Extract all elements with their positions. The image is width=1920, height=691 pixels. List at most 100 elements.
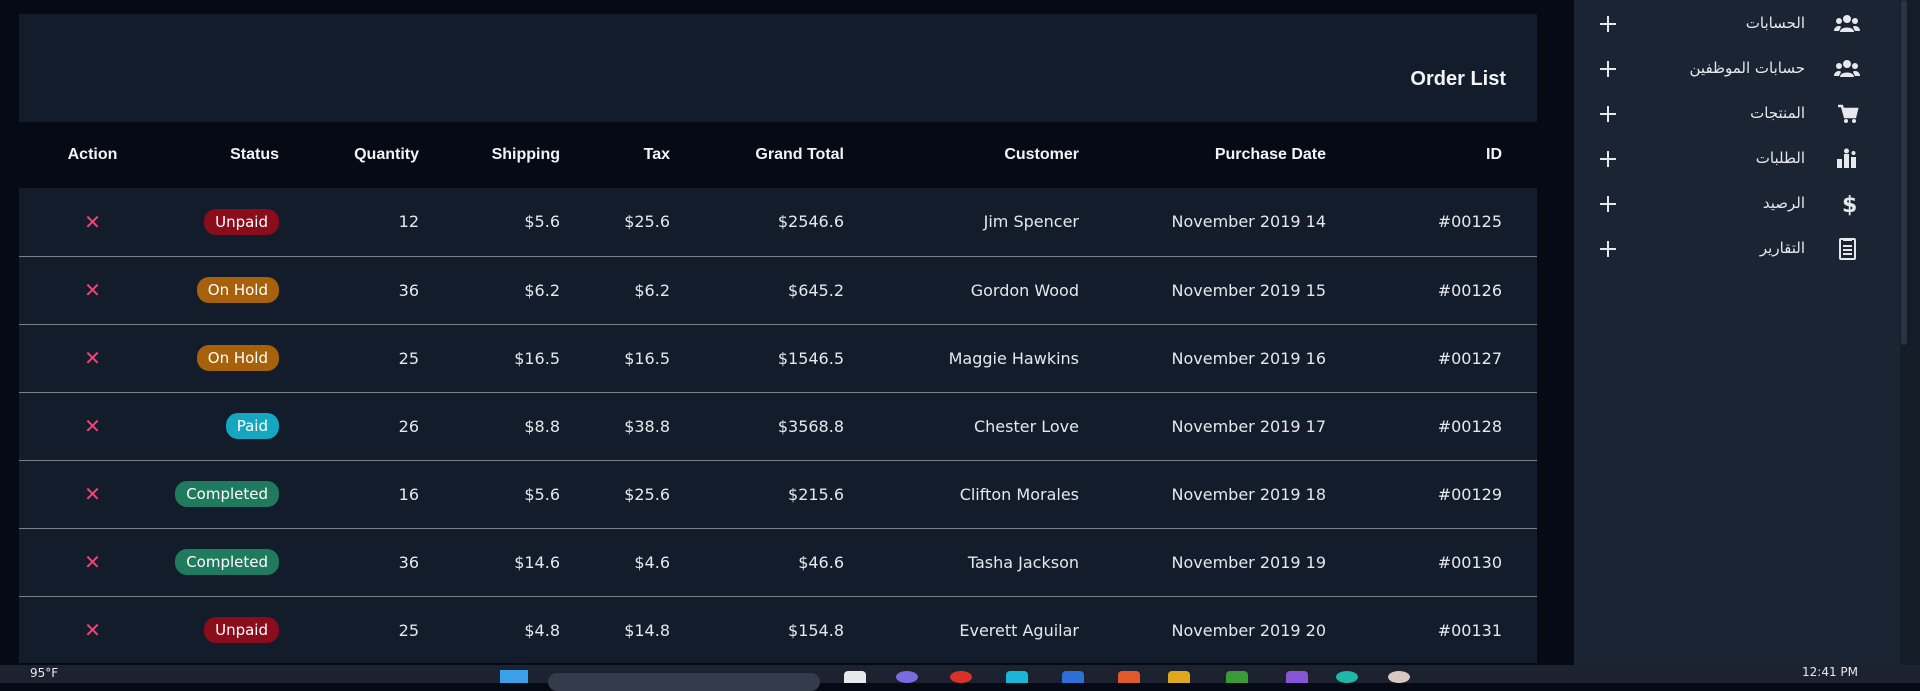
orders-icon [1837, 148, 1856, 168]
quantity-cell: 16 [398, 484, 419, 504]
tax-cell: $25.6 [624, 484, 670, 504]
purchase-date-cell: November 2019 19 [1171, 552, 1326, 572]
expand-plus-icon[interactable] [1600, 106, 1616, 122]
expand-plus-icon[interactable] [1600, 151, 1616, 167]
status-badge: Unpaid [204, 208, 279, 235]
shipping-cell: $14.6 [514, 552, 560, 572]
customer-cell: Tasha Jackson [967, 552, 1079, 572]
sidebar-item-reports[interactable]: التقارير [1574, 233, 1900, 273]
taskbar-app-icon[interactable] [844, 671, 866, 683]
table-row[interactable]: ✕ Completed 36 $14.6 $4.6 $46.6 Tasha Ja… [19, 528, 1537, 596]
clock-time[interactable]: 12:41 PM [1802, 665, 1858, 679]
delete-order-button[interactable]: ✕ [84, 482, 101, 506]
report-icon [1839, 238, 1856, 260]
shipping-cell: $4.8 [524, 620, 560, 640]
grand-total-cell: $2546.6 [777, 212, 844, 232]
sidebar-item-employee-accounts[interactable]: حسابات الموظفين [1574, 53, 1900, 93]
purchase-date-cell: November 2019 15 [1171, 280, 1326, 300]
table-row[interactable]: ✕ Unpaid 25 $4.8 $14.8 $154.8 Everett Ag… [19, 596, 1537, 663]
taskbar-app-icon[interactable] [1286, 671, 1308, 683]
taskbar-app-icon[interactable] [1226, 671, 1248, 683]
grand-total-cell: $46.6 [798, 552, 844, 572]
taskbar-search-box[interactable] [548, 673, 820, 691]
quantity-cell: 36 [398, 552, 419, 572]
column-header-grand-total: Grand Total [755, 146, 844, 163]
order-id-cell: #00125 [1437, 212, 1502, 232]
table-header-row: Action Status Quantity Shipping Tax Gran… [19, 122, 1537, 188]
taskbar-app-icon[interactable] [1006, 671, 1028, 683]
sidebar-item-label: التقارير [1759, 239, 1805, 257]
tax-cell: $6.2 [634, 280, 670, 300]
shipping-cell: $5.6 [524, 484, 560, 504]
status-badge: Completed [175, 481, 279, 507]
table-row[interactable]: ✕ Paid 26 $8.8 $38.8 $3568.8 Chester Lov… [19, 392, 1537, 460]
taskbar-app-icon[interactable] [1336, 671, 1358, 683]
quantity-cell: 25 [398, 348, 419, 368]
sidebar-item-products[interactable]: المنتجات [1574, 98, 1900, 138]
column-header-quantity: Quantity [354, 146, 419, 163]
expand-plus-icon[interactable] [1600, 196, 1616, 212]
taskbar-app-icon[interactable] [1168, 671, 1190, 683]
purchase-date-cell: November 2019 18 [1171, 484, 1326, 504]
sidebar-item-accounts[interactable]: الحسابات [1574, 8, 1900, 48]
grand-total-cell: $215.6 [788, 484, 844, 504]
customer-cell: Gordon Wood [970, 280, 1079, 300]
shipping-cell: $6.2 [524, 280, 560, 300]
quantity-cell: 36 [398, 280, 419, 300]
taskbar-app-icon[interactable] [1388, 671, 1410, 683]
status-badge: On Hold [196, 345, 279, 371]
grand-total-cell: $3568.8 [777, 416, 844, 436]
sidebar-item-label: الرصيد [1762, 194, 1805, 212]
shipping-cell: $16.5 [514, 348, 560, 368]
taskbar-app-icon[interactable] [896, 671, 918, 683]
dollar-icon: $ [1842, 193, 1857, 216]
customer-cell: Jim Spencer [983, 212, 1079, 232]
scrollbar-thumb[interactable] [1901, 0, 1907, 345]
delete-order-button[interactable]: ✕ [84, 346, 101, 370]
taskbar-app-icon[interactable] [950, 671, 972, 683]
sidebar-item-orders[interactable]: الطلبات [1574, 143, 1900, 183]
order-id-cell: #00131 [1437, 620, 1502, 640]
expand-plus-icon[interactable] [1600, 61, 1616, 77]
delete-order-button[interactable]: ✕ [84, 414, 101, 438]
grand-total-cell: $154.8 [788, 620, 844, 640]
delete-order-button[interactable]: ✕ [84, 278, 101, 302]
expand-plus-icon[interactable] [1600, 16, 1616, 32]
customer-cell: Maggie Hawkins [948, 348, 1079, 368]
tax-cell: $4.6 [634, 552, 670, 572]
sidebar-item-balance[interactable]: الرصيد $ [1574, 188, 1900, 228]
column-header-tax: Tax [643, 146, 670, 163]
delete-order-button[interactable]: ✕ [84, 618, 101, 642]
users-icon [1834, 60, 1860, 77]
taskbar-app-icon[interactable] [1118, 671, 1140, 683]
tax-cell: $25.6 [624, 212, 670, 232]
table-row[interactable]: ✕ On Hold 36 $6.2 $6.2 $645.2 Gordon Woo… [19, 256, 1537, 324]
order-list-panel: Order List Action Status Quantity Shippi… [19, 14, 1537, 663]
order-id-cell: #00126 [1437, 280, 1502, 300]
table-row[interactable]: ✕ Completed 16 $5.6 $25.6 $215.6 Clifton… [19, 460, 1537, 528]
weather-widget[interactable]: 95°F [30, 666, 58, 680]
purchase-date-cell: November 2019 16 [1171, 348, 1326, 368]
tax-cell: $38.8 [624, 416, 670, 436]
start-menu-icon[interactable] [500, 670, 528, 683]
table-row[interactable]: ✕ Unpaid 12 $5.6 $25.6 $2546.6 Jim Spenc… [19, 188, 1537, 256]
column-header-purchase-date: Purchase Date [1214, 146, 1326, 163]
svg-text:$: $ [1842, 193, 1857, 216]
customer-cell: Clifton Morales [959, 484, 1079, 504]
grand-total-cell: $645.2 [788, 280, 844, 300]
sidebar-item-label: المنتجات [1750, 104, 1805, 122]
shipping-cell: $5.6 [524, 212, 560, 232]
delete-order-button[interactable]: ✕ [84, 210, 101, 234]
status-badge: Unpaid [204, 617, 279, 643]
quantity-cell: 26 [398, 416, 419, 436]
cart-icon [1838, 104, 1859, 123]
status-badge: Paid [225, 413, 279, 439]
expand-plus-icon[interactable] [1600, 241, 1616, 257]
orders-table: Action Status Quantity Shipping Tax Gran… [19, 122, 1537, 663]
os-taskbar: 95°F 12:41 PM [0, 665, 1920, 691]
taskbar-app-icon[interactable] [1062, 671, 1084, 683]
order-id-cell: #00127 [1437, 348, 1502, 368]
purchase-date-cell: November 2019 20 [1171, 620, 1326, 640]
table-row[interactable]: ✕ On Hold 25 $16.5 $16.5 $1546.5 Maggie … [19, 324, 1537, 392]
delete-order-button[interactable]: ✕ [84, 550, 101, 574]
